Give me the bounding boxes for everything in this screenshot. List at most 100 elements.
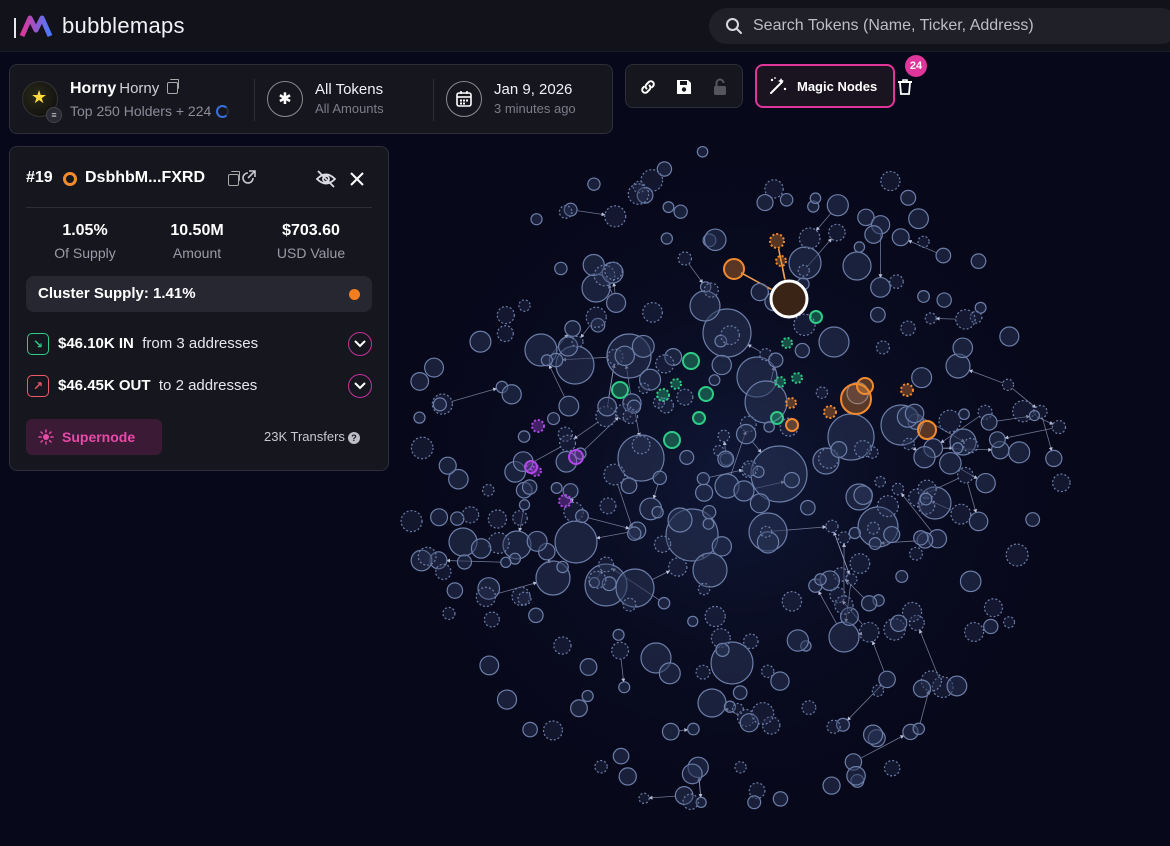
holder-bubble[interactable]: [550, 481, 563, 494]
holder-bubble[interactable]: [913, 530, 929, 546]
holder-bubble[interactable]: [570, 699, 588, 718]
holder-bubble[interactable]: [883, 525, 901, 544]
holder-bubble[interactable]: [919, 492, 933, 506]
holder-bubble[interactable]: [869, 306, 886, 323]
holder-bubble[interactable]: [711, 536, 733, 557]
holder-bubble[interactable]: [410, 436, 434, 460]
holder-bubble[interactable]: [825, 519, 839, 534]
holder-bubble[interactable]: [1005, 543, 1029, 567]
holder-bubble[interactable]: [638, 792, 650, 805]
cluster-bubble[interactable]: [698, 386, 714, 402]
holder-bubble[interactable]: [558, 395, 580, 417]
holder-bubble[interactable]: [837, 531, 851, 545]
holder-bubble[interactable]: [783, 471, 800, 489]
search-input[interactable]: [753, 17, 1153, 35]
holder-bubble[interactable]: [964, 621, 985, 643]
holder-bubble[interactable]: [500, 556, 512, 569]
holder-bubble[interactable]: [614, 345, 635, 367]
holder-bubble[interactable]: [866, 521, 880, 535]
cluster-bubble[interactable]: [530, 465, 542, 477]
holder-bubble[interactable]: [731, 702, 744, 715]
holder-bubble[interactable]: [564, 320, 581, 337]
holder-bubble[interactable]: [558, 205, 573, 219]
holder-bubble[interactable]: [626, 526, 642, 541]
holder-bubble[interactable]: [734, 761, 747, 774]
holder-bubble[interactable]: [435, 563, 452, 581]
holder-bubble[interactable]: [853, 241, 866, 253]
holder-bubble[interactable]: [660, 232, 674, 245]
holder-bubble[interactable]: [878, 670, 896, 689]
cluster-bubble[interactable]: [568, 449, 584, 465]
holder-bubble[interactable]: [876, 495, 899, 518]
holder-bubble[interactable]: [951, 442, 964, 454]
holder-bubble[interactable]: [599, 497, 617, 515]
holder-bubble[interactable]: [681, 763, 703, 785]
holder-bubble[interactable]: [553, 636, 572, 655]
cluster-bubble[interactable]: [791, 372, 803, 384]
cluster-bubble[interactable]: [823, 405, 837, 419]
holder-bubble[interactable]: [517, 591, 532, 606]
holder-bubble[interactable]: [597, 396, 617, 417]
close-icon[interactable]: [349, 171, 365, 187]
calendar-icon[interactable]: [446, 81, 482, 117]
holder-bubble[interactable]: [970, 253, 987, 270]
holder-bubble[interactable]: [673, 204, 688, 219]
holder-bubble[interactable]: [779, 192, 794, 207]
holder-bubble[interactable]: [612, 628, 625, 641]
holder-bubble[interactable]: [696, 145, 709, 158]
holder-bubble[interactable]: [653, 535, 672, 553]
holder-bubble[interactable]: [711, 354, 732, 376]
holder-bubble[interactable]: [853, 485, 874, 506]
holder-bubble[interactable]: [708, 374, 721, 387]
copy-icon[interactable]: [228, 171, 240, 186]
holder-bubble[interactable]: [679, 449, 695, 465]
holder-bubble[interactable]: [469, 330, 492, 353]
holder-bubble[interactable]: [952, 337, 974, 359]
magic-nodes-button[interactable]: Magic Nodes: [755, 64, 895, 108]
holder-bubble[interactable]: [853, 439, 872, 459]
holder-bubble[interactable]: [717, 429, 731, 443]
holder-bubble[interactable]: [594, 759, 608, 774]
link-button[interactable]: [636, 75, 660, 99]
copy-icon[interactable]: [167, 79, 180, 94]
holder-bubble[interactable]: [686, 722, 700, 736]
holder-bubble[interactable]: [631, 334, 655, 358]
holder-bubble[interactable]: [733, 480, 755, 502]
holder-bubble[interactable]: [909, 546, 924, 561]
filter-title[interactable]: All Tokens: [315, 81, 383, 98]
holder-bubble[interactable]: [768, 352, 784, 368]
holder-bubble[interactable]: [695, 664, 711, 680]
holder-bubble[interactable]: [862, 724, 884, 745]
asterisk-icon[interactable]: ✱: [267, 81, 303, 117]
cluster-bubble[interactable]: [558, 494, 572, 508]
holder-bubble[interactable]: [945, 353, 971, 379]
holder-bubble[interactable]: [891, 482, 905, 496]
inflow-expand-button[interactable]: [348, 332, 372, 356]
holder-bubble[interactable]: [638, 382, 650, 395]
cluster-bubble[interactable]: [611, 381, 629, 399]
holder-bubble[interactable]: [874, 475, 886, 488]
holder-bubble[interactable]: [704, 605, 726, 628]
holder-bubble[interactable]: [622, 408, 639, 425]
holder-bubble[interactable]: [512, 510, 528, 526]
holder-bubble[interactable]: [522, 721, 538, 738]
holder-bubble[interactable]: [479, 655, 500, 676]
holder-bubble[interactable]: [483, 611, 500, 628]
holder-bubble[interactable]: [400, 510, 423, 533]
holder-bubble[interactable]: [517, 430, 531, 443]
holder-bubble[interactable]: [983, 598, 1004, 618]
save-button[interactable]: [672, 75, 696, 99]
cluster-supply-row[interactable]: Cluster Supply: 1.41%: [26, 276, 372, 312]
holder-bubble[interactable]: [518, 499, 531, 511]
holder-bubble[interactable]: [786, 629, 810, 652]
holder-bubble[interactable]: [652, 470, 668, 486]
cluster-bubble[interactable]: [663, 431, 681, 449]
holder-bubble[interactable]: [612, 747, 630, 765]
holder-bubble[interactable]: [432, 397, 448, 412]
holder-bubble[interactable]: [962, 437, 979, 454]
holder-bubble[interactable]: [496, 689, 518, 710]
cluster-bubble[interactable]: [900, 383, 914, 397]
holder-bubble[interactable]: [496, 325, 514, 343]
holder-bubble[interactable]: [818, 326, 850, 358]
holder-bubble[interactable]: [438, 456, 457, 475]
